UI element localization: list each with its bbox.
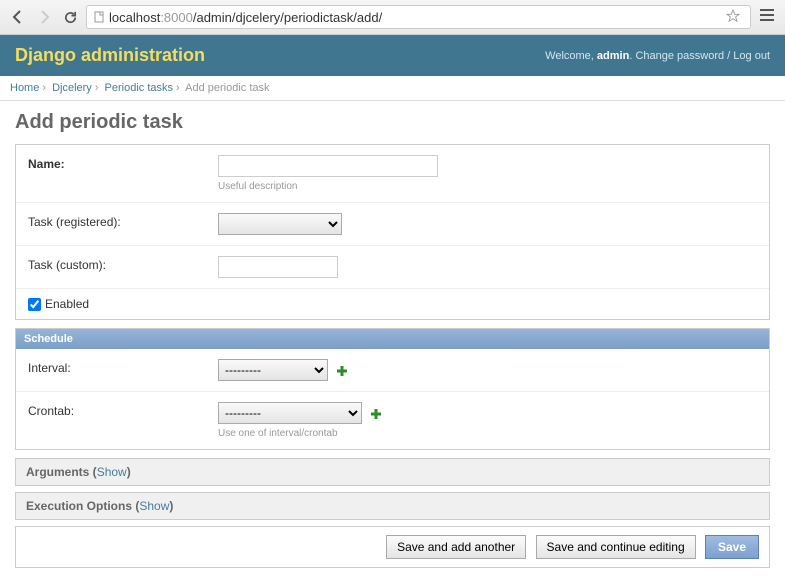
breadcrumb-home[interactable]: Home xyxy=(10,82,39,94)
forward-button[interactable] xyxy=(34,7,54,27)
site-title: Django administration xyxy=(15,45,205,66)
name-help: Useful description xyxy=(218,181,757,192)
breadcrumb-app[interactable]: Djcelery xyxy=(52,82,92,94)
row-crontab: Crontab: --------- Use one of interval/c… xyxy=(16,392,769,449)
task-custom-input[interactable] xyxy=(218,256,338,278)
row-interval: Interval: --------- xyxy=(16,349,769,392)
task-registered-select[interactable] xyxy=(218,213,342,235)
back-button[interactable] xyxy=(8,7,28,27)
user-tools: Welcome, admin. Change password / Log ou… xyxy=(545,50,770,62)
interval-label: Interval: xyxy=(28,359,218,375)
enabled-checkbox[interactable] xyxy=(28,298,41,311)
enabled-label: Enabled xyxy=(45,297,89,311)
name-label: Name: xyxy=(28,155,218,171)
execution-options-fieldset: Execution Options (Show) xyxy=(15,492,770,520)
row-name: Name: Useful description xyxy=(16,145,769,203)
crontab-select[interactable]: --------- xyxy=(218,402,362,424)
url-host: localhost xyxy=(109,10,160,25)
row-enabled: Enabled xyxy=(16,289,769,319)
url-path: /admin/djcelery/periodictask/add/ xyxy=(193,10,382,25)
admin-header: Django administration Welcome, admin. Ch… xyxy=(0,35,785,76)
crontab-help: Use one of interval/crontab xyxy=(218,428,757,439)
bookmark-star-icon[interactable] xyxy=(726,9,744,26)
breadcrumb-model[interactable]: Periodic tasks xyxy=(105,82,173,94)
schedule-header: Schedule xyxy=(16,329,769,349)
add-interval-icon[interactable] xyxy=(335,364,349,378)
arguments-label: Arguments xyxy=(26,465,89,479)
row-task-custom: Task (custom): xyxy=(16,246,769,289)
logout-link[interactable]: Log out xyxy=(733,50,770,62)
name-input[interactable] xyxy=(218,155,438,177)
reload-button[interactable] xyxy=(60,7,80,27)
username: admin xyxy=(597,50,629,62)
browser-toolbar: localhost:8000/admin/djcelery/periodicta… xyxy=(0,0,785,35)
url-bar[interactable]: localhost:8000/admin/djcelery/periodicta… xyxy=(86,5,751,29)
execution-options-show-link[interactable]: Show xyxy=(139,499,169,513)
breadcrumb: Home› Djcelery› Periodic tasks› Add peri… xyxy=(0,76,785,101)
save-continue-button[interactable] xyxy=(536,535,696,559)
content: Add periodic task Name: Useful descripti… xyxy=(0,101,785,578)
page-icon xyxy=(93,11,105,23)
execution-options-label: Execution Options xyxy=(26,499,132,513)
row-task-registered: Task (registered): xyxy=(16,203,769,246)
crontab-label: Crontab: xyxy=(28,402,218,418)
task-custom-label: Task (custom): xyxy=(28,256,218,272)
change-password-link[interactable]: Change password xyxy=(635,50,724,62)
add-crontab-icon[interactable] xyxy=(369,407,383,421)
interval-select[interactable]: --------- xyxy=(218,359,328,381)
page-title: Add periodic task xyxy=(15,111,770,134)
breadcrumb-current: Add periodic task xyxy=(185,82,269,94)
arguments-show-link[interactable]: Show xyxy=(97,465,127,479)
submit-row xyxy=(15,526,770,568)
welcome-text: Welcome, xyxy=(545,50,594,62)
main-fieldset: Name: Useful description Task (registere… xyxy=(15,144,770,320)
task-registered-label: Task (registered): xyxy=(28,213,218,229)
url-port: :8000 xyxy=(160,10,193,25)
arguments-fieldset: Arguments (Show) xyxy=(15,458,770,486)
menu-icon[interactable] xyxy=(757,8,777,26)
save-add-another-button[interactable] xyxy=(386,535,526,559)
schedule-fieldset: Schedule Interval: --------- Crontab: --… xyxy=(15,328,770,450)
save-button[interactable] xyxy=(705,535,759,559)
